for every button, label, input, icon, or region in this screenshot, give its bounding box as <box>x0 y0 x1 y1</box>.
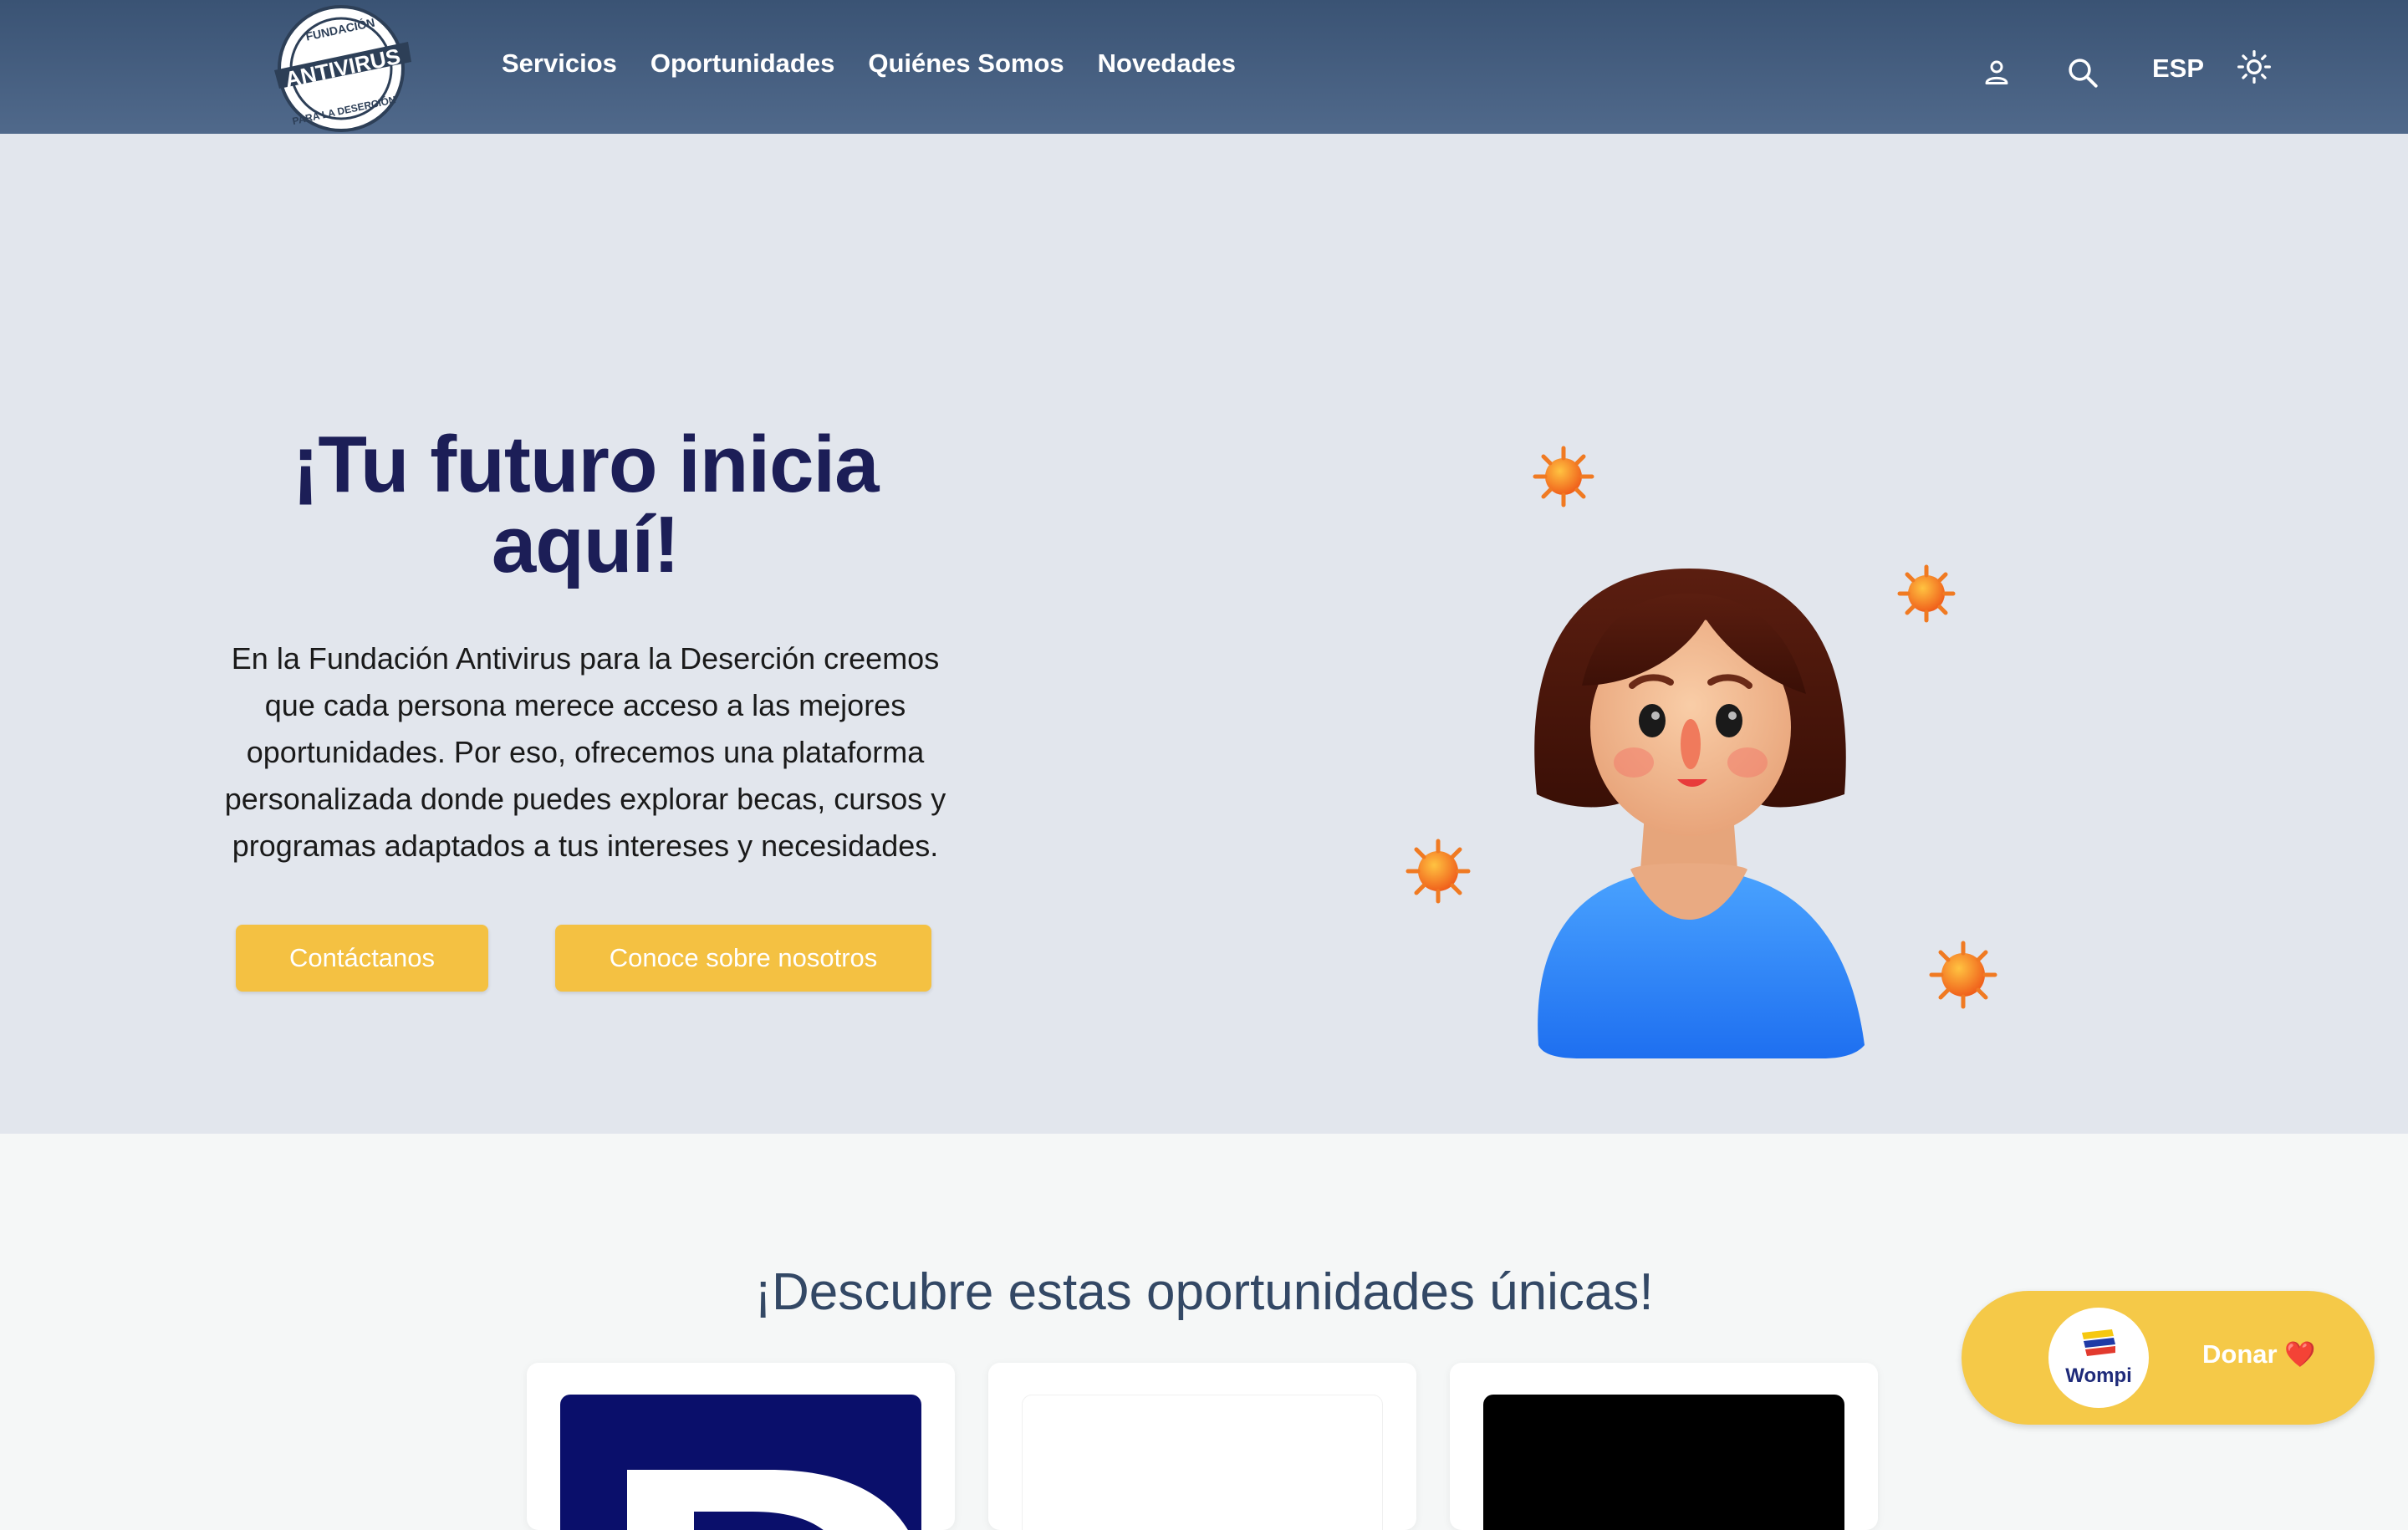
site-header: FUNDACIÓN ANTIVIRUS PARA LA DESERCIÓN Se… <box>0 0 2408 134</box>
main-nav: Servicios Oportunidades Quiénes Somos No… <box>502 48 1236 79</box>
hero-section: ¡Tu futuro inicia aquí! En la Fundación … <box>0 134 2408 1134</box>
about-us-button[interactable]: Conoce sobre nosotros <box>555 925 931 992</box>
card-image <box>1483 1395 1844 1530</box>
sun-icon[interactable] <box>2236 48 2273 85</box>
wompi-flag-icon <box>2082 1329 2115 1356</box>
wompi-label: Wompi <box>2065 1364 2132 1387</box>
wompi-logo: Wompi <box>2048 1308 2149 1408</box>
opportunity-card[interactable] <box>527 1363 955 1530</box>
language-selector[interactable]: ESP <box>2152 54 2204 84</box>
user-icon[interactable] <box>1982 57 2012 87</box>
hero-title-line2: aquí! <box>491 500 680 589</box>
navy-logo-image <box>627 1470 908 1530</box>
opportunity-card[interactable] <box>988 1363 1416 1530</box>
virus-icon <box>1533 446 1594 507</box>
card-image <box>560 1395 921 1530</box>
virus-icon <box>1897 564 1956 623</box>
hero-title-line1: ¡Tu futuro inicia <box>292 420 879 509</box>
virus-icon <box>1406 839 1471 904</box>
card-image <box>1022 1395 1383 1530</box>
donate-button[interactable]: Wompi Donar ❤️ <box>1962 1291 2375 1425</box>
nav-item-servicios[interactable]: Servicios <box>502 48 617 79</box>
nav-item-novedades[interactable]: Novedades <box>1098 48 1236 79</box>
donate-label: Donar ❤️ <box>2202 1339 2316 1369</box>
virus-icon <box>1929 941 1997 1009</box>
search-icon[interactable] <box>2065 55 2100 90</box>
hero-title: ¡Tu futuro inicia aquí! <box>209 425 962 585</box>
contact-button[interactable]: Contáctanos <box>236 925 488 992</box>
hero-description: En la Fundación Antivirus para la Deserc… <box>224 641 946 863</box>
donate-text: Donar <box>2202 1339 2278 1369</box>
heart-icon: ❤️ <box>2284 1341 2316 1369</box>
opportunity-card[interactable] <box>1450 1363 1878 1530</box>
nav-item-quienes-somos[interactable]: Quiénes Somos <box>868 48 1064 79</box>
nav-item-oportunidades[interactable]: Oportunidades <box>650 48 834 79</box>
foundation-logo[interactable]: FUNDACIÓN ANTIVIRUS PARA LA DESERCIÓN <box>268 3 415 132</box>
woman-avatar-illustration <box>1406 446 1997 1058</box>
